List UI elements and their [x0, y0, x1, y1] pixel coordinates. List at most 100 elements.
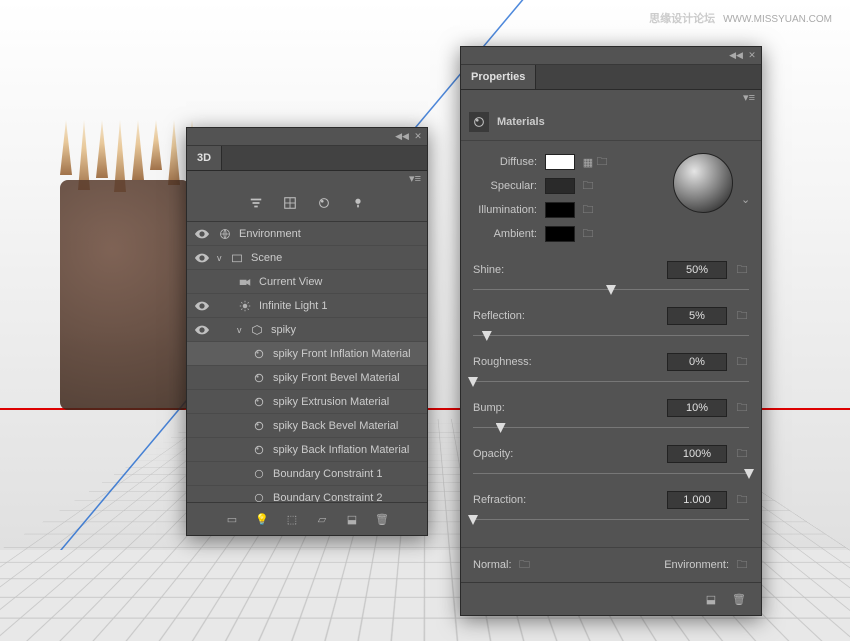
folder-icon[interactable]: 🗀: [735, 355, 749, 369]
slider-thumb[interactable]: [744, 469, 754, 479]
tree-row-spiky-back-bevel-material[interactable]: spiky Back Bevel Material: [187, 414, 427, 438]
panel-3d-menu[interactable]: ▾≡: [187, 171, 427, 185]
tree-row-current-view[interactable]: Current View: [187, 270, 427, 294]
tree-row-spiky-front-inflation-material[interactable]: spiky Front Inflation Material: [187, 342, 427, 366]
color-swatch[interactable]: [545, 226, 575, 242]
filter-material-icon[interactable]: [316, 195, 332, 211]
texture-icon[interactable]: ▦: [581, 155, 595, 169]
close-icon[interactable]: ✕: [747, 51, 757, 61]
folder-icon[interactable]: 🗀: [595, 155, 609, 169]
preview-picker-chevron-icon[interactable]: ⌄: [741, 151, 751, 247]
folder-icon[interactable]: 🗀: [735, 447, 749, 461]
folder-icon[interactable]: 🗀: [735, 401, 749, 415]
tab-3d[interactable]: 3D: [187, 146, 222, 170]
footer-camera-icon[interactable]: ⬚: [284, 511, 300, 527]
tree-row-boundary-constraint-2[interactable]: Boundary Constraint 2: [187, 486, 427, 502]
visibility-eye-icon[interactable]: [193, 273, 211, 291]
folder-icon[interactable]: 🗀: [581, 179, 595, 193]
slider-value-input[interactable]: 1.000: [667, 491, 727, 509]
visibility-eye-icon[interactable]: [193, 369, 211, 387]
filter-mesh-icon[interactable]: [282, 195, 298, 211]
visibility-eye-icon[interactable]: [193, 465, 211, 483]
slider-thumb[interactable]: [468, 515, 478, 525]
visibility-eye-icon[interactable]: [193, 249, 211, 267]
constraint-icon: [251, 490, 267, 503]
slider-track[interactable]: [473, 329, 749, 343]
filter-light-icon[interactable]: [350, 195, 366, 211]
slider-track[interactable]: [473, 421, 749, 435]
folder-icon[interactable]: 🗀: [735, 493, 749, 507]
slider-thumb[interactable]: [468, 377, 478, 387]
slider-value-input[interactable]: 0%: [667, 353, 727, 371]
slider-track[interactable]: [473, 283, 749, 297]
color-swatch[interactable]: [545, 178, 575, 194]
footer-light-icon[interactable]: 💡: [254, 511, 270, 527]
slider-value-input[interactable]: 50%: [667, 261, 727, 279]
properties-subtitle: Materials: [497, 116, 545, 128]
tab-properties[interactable]: Properties: [461, 65, 536, 89]
env-icon: [217, 226, 233, 242]
footer-trash-icon[interactable]: 🗑: [731, 591, 747, 607]
footer-new-icon[interactable]: ⬓: [344, 511, 360, 527]
collapse-icon[interactable]: ◀◀: [397, 132, 407, 142]
visibility-eye-icon[interactable]: [193, 417, 211, 435]
constraint-icon: [251, 466, 267, 482]
properties-subheader: Materials: [461, 104, 761, 141]
slider-track[interactable]: [473, 375, 749, 389]
chevron-down-icon[interactable]: v: [217, 253, 227, 263]
folder-icon[interactable]: 🗀: [581, 227, 595, 241]
close-icon[interactable]: ✕: [413, 132, 423, 142]
footer-new-icon[interactable]: ⬓: [703, 591, 719, 607]
tree-row-spiky[interactable]: vspiky: [187, 318, 427, 342]
footer-trash-icon[interactable]: 🗑: [374, 511, 390, 527]
visibility-eye-icon[interactable]: [193, 297, 211, 315]
spiky-object[interactable]: [60, 180, 190, 410]
folder-icon[interactable]: 🗀: [581, 203, 595, 217]
slider-thumb[interactable]: [496, 423, 506, 433]
panel-properties-tabs: Properties: [461, 65, 761, 90]
slider-thumb[interactable]: [482, 331, 492, 341]
panel-3d-header[interactable]: ◀◀ ✕: [187, 128, 427, 146]
visibility-eye-icon[interactable]: [193, 225, 211, 243]
collapse-icon[interactable]: ◀◀: [731, 51, 741, 61]
panel-properties-header[interactable]: ◀◀ ✕: [461, 47, 761, 65]
color-swatch[interactable]: [545, 202, 575, 218]
folder-icon[interactable]: 🗀: [735, 263, 749, 277]
chevron-down-icon[interactable]: v: [237, 325, 247, 335]
visibility-eye-icon[interactable]: [193, 441, 211, 459]
visibility-eye-icon[interactable]: [193, 321, 211, 339]
tree-row-environment[interactable]: Environment: [187, 222, 427, 246]
slider-track[interactable]: [473, 467, 749, 481]
visibility-eye-icon[interactable]: [193, 393, 211, 411]
visibility-eye-icon[interactable]: [193, 345, 211, 363]
folder-icon[interactable]: 🗀: [518, 558, 532, 572]
swatch-label: Ambient:: [471, 228, 545, 240]
normal-map-slot[interactable]: Normal: 🗀: [473, 558, 664, 572]
color-swatch[interactable]: [545, 154, 575, 170]
environment-map-slot[interactable]: Environment: 🗀: [664, 558, 749, 572]
tree-row-boundary-constraint-1[interactable]: Boundary Constraint 1: [187, 462, 427, 486]
tree-row-spiky-back-inflation-material[interactable]: spiky Back Inflation Material: [187, 438, 427, 462]
slider-value-input[interactable]: 10%: [667, 399, 727, 417]
panel-properties-menu[interactable]: ▾≡: [461, 90, 761, 104]
footer-plane-icon[interactable]: ▱: [314, 511, 330, 527]
footer-doc-icon[interactable]: ▭: [224, 511, 240, 527]
slider-thumb[interactable]: [606, 285, 616, 295]
folder-icon[interactable]: 🗀: [735, 558, 749, 572]
visibility-eye-icon[interactable]: [193, 489, 211, 503]
folder-icon[interactable]: 🗀: [735, 309, 749, 323]
tree-row-spiky-extrusion-material[interactable]: spiky Extrusion Material: [187, 390, 427, 414]
slider-track[interactable]: [473, 513, 749, 527]
tree-item-label: Environment: [239, 228, 421, 240]
filter-scene-icon[interactable]: [248, 195, 264, 211]
slider-value-input[interactable]: 100%: [667, 445, 727, 463]
tree-row-scene[interactable]: vScene: [187, 246, 427, 270]
slider-value-input[interactable]: 5%: [667, 307, 727, 325]
tree-row-spiky-front-bevel-material[interactable]: spiky Front Bevel Material: [187, 366, 427, 390]
material-preview[interactable]: [673, 153, 733, 213]
mesh-icon: [249, 322, 265, 338]
preview-ball-icon: [673, 153, 733, 213]
tree-row-infinite-light-1[interactable]: Infinite Light 1: [187, 294, 427, 318]
tree-item-label: Current View: [259, 276, 421, 288]
scene-icon: [229, 250, 245, 266]
